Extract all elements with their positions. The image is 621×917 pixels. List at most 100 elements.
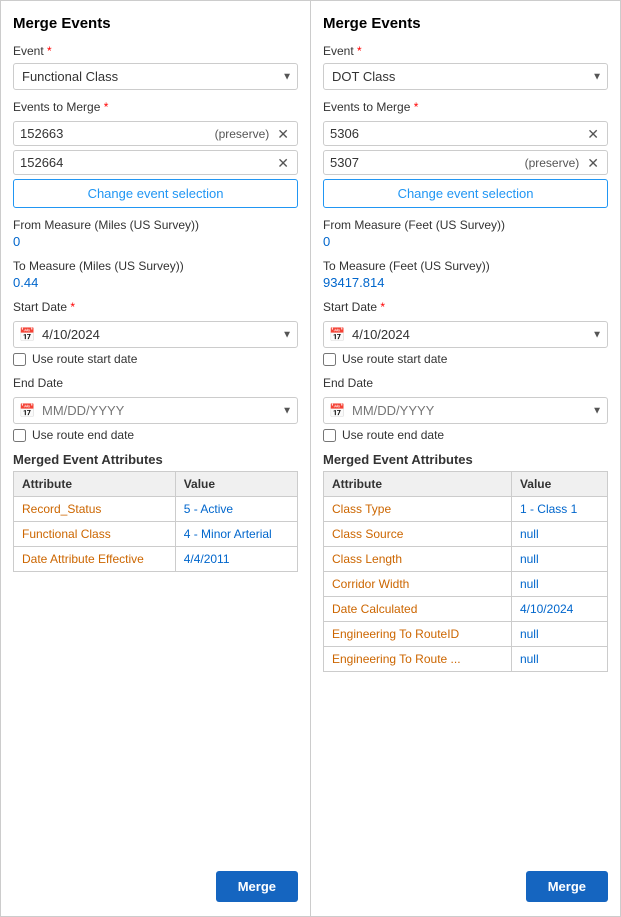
right-end-date-label: End Date [323,376,608,390]
left-use-route-end-label: Use route end date [32,428,134,442]
right-event-tag-1: (preserve) [525,156,580,170]
right-use-route-end-label: Use route end date [342,428,444,442]
left-event-field: Event * Functional Class DOT Class ▼ [13,44,298,90]
right-event-field: Event * Functional Class DOT Class ▼ [323,44,608,90]
left-end-date-section: End Date 📅 ▼ Use route end date [13,376,298,442]
right-table-row: Engineering To Route ...null [324,647,608,672]
left-event-close-1[interactable]: ✕ [275,156,291,170]
left-event-select[interactable]: Functional Class DOT Class [13,63,298,90]
right-use-route-end-checkbox[interactable] [323,429,336,442]
right-to-measure-value: 93417.814 [323,275,608,290]
left-merge-button[interactable]: Merge [216,871,298,902]
right-attr-cell-1: Class Source [324,522,512,547]
right-attributes-section: Merged Event Attributes Attribute Value … [323,452,608,672]
left-from-measure-label: From Measure (Miles (US Survey)) [13,218,298,232]
right-attr-cell-3: Corridor Width [324,572,512,597]
right-event-label: Event * [323,44,608,58]
right-use-route-start-label: Use route start date [342,352,447,366]
left-value-col-header: Value [175,472,297,497]
left-attr-col-header: Attribute [14,472,176,497]
right-attr-col-header: Attribute [324,472,512,497]
right-events-to-merge: Events to Merge * 5306 ✕ 5307 (preserve)… [323,100,608,208]
right-value-cell-2: null [511,547,607,572]
right-to-measure: To Measure (Feet (US Survey)) 93417.814 [323,259,608,290]
right-end-date-wrapper: 📅 ▼ [323,397,608,424]
left-event-row-1: 152664 ✕ [13,150,298,175]
right-value-cell-4: 4/10/2024 [511,597,607,622]
left-to-measure: To Measure (Miles (US Survey)) 0.44 [13,259,298,290]
left-panel-title: Merge Events [13,15,298,32]
right-value-cell-3: null [511,572,607,597]
left-table-row: Functional Class4 - Minor Arterial [14,522,298,547]
left-attr-cell-1: Functional Class [14,522,176,547]
right-panel: Merge Events Event * Functional Class DO… [311,1,620,916]
right-end-date-input[interactable] [323,397,608,424]
left-use-route-end-checkbox[interactable] [13,429,26,442]
right-event-row-0: 5306 ✕ [323,121,608,146]
right-event-close-0[interactable]: ✕ [585,127,601,141]
left-attributes-title: Merged Event Attributes [13,452,298,467]
left-start-date-wrapper: 📅 ▼ [13,321,298,348]
left-events-to-merge: Events to Merge * 152663 (preserve) ✕ 15… [13,100,298,208]
left-attr-cell-2: Date Attribute Effective [14,547,176,572]
right-attributes-table: Attribute Value Class Type1 - Class 1Cla… [323,471,608,672]
right-table-row: Class Type1 - Class 1 [324,497,608,522]
right-merge-button[interactable]: Merge [526,871,608,902]
right-value-cell-6: null [511,647,607,672]
right-value-cell-5: null [511,622,607,647]
right-use-route-start-checkbox[interactable] [323,353,336,366]
right-end-date-section: End Date 📅 ▼ Use route end date [323,376,608,442]
right-from-measure-value: 0 [323,234,608,249]
right-panel-title: Merge Events [323,15,608,32]
right-events-label: Events to Merge * [323,100,608,114]
left-from-measure-value: 0 [13,234,298,249]
left-end-date-input[interactable] [13,397,298,424]
right-start-date-input[interactable] [323,321,608,348]
right-change-event-button[interactable]: Change event selection [323,179,608,208]
left-end-date-label: End Date [13,376,298,390]
left-use-route-end-row: Use route end date [13,428,298,442]
left-use-route-start-label: Use route start date [32,352,137,366]
right-table-row: Engineering To RouteIDnull [324,622,608,647]
right-event-close-1[interactable]: ✕ [585,156,601,170]
left-event-row-0: 152663 (preserve) ✕ [13,121,298,146]
left-table-row: Record_Status5 - Active [14,497,298,522]
right-attr-cell-0: Class Type [324,497,512,522]
right-table-row: Corridor Widthnull [324,572,608,597]
left-event-label: Event * [13,44,298,58]
right-attributes-title: Merged Event Attributes [323,452,608,467]
left-attributes-table: Attribute Value Record_Status5 - ActiveF… [13,471,298,572]
left-use-route-start-checkbox[interactable] [13,353,26,366]
left-start-date-input[interactable] [13,321,298,348]
right-event-value-1: 5307 [330,155,525,170]
panels-container: Merge Events Event * Functional Class DO… [0,0,621,917]
right-use-route-end-row: Use route end date [323,428,608,442]
left-merge-btn-container: Merge [13,861,298,902]
right-event-value-0: 5306 [330,126,579,141]
right-table-row: Class Lengthnull [324,547,608,572]
right-use-route-start-row: Use route start date [323,352,608,366]
right-value-cell-1: null [511,522,607,547]
right-event-row-1: 5307 (preserve) ✕ [323,150,608,175]
left-use-route-start-row: Use route start date [13,352,298,366]
right-event-select[interactable]: Functional Class DOT Class [323,63,608,90]
left-from-measure: From Measure (Miles (US Survey)) 0 [13,218,298,249]
right-value-col-header: Value [511,472,607,497]
left-event-close-0[interactable]: ✕ [275,127,291,141]
right-attr-cell-5: Engineering To RouteID [324,622,512,647]
left-to-measure-value: 0.44 [13,275,298,290]
left-value-cell-2: 4/4/2011 [175,547,297,572]
right-table-row: Date Calculated4/10/2024 [324,597,608,622]
left-start-date-label: Start Date * [13,300,298,314]
left-events-label: Events to Merge * [13,100,298,114]
left-start-date-section: Start Date * 📅 ▼ Use route start date [13,300,298,366]
left-panel: Merge Events Event * Functional Class DO… [1,1,311,916]
left-attr-cell-0: Record_Status [14,497,176,522]
right-to-measure-label: To Measure (Feet (US Survey)) [323,259,608,273]
right-event-select-wrapper: Functional Class DOT Class ▼ [323,63,608,90]
right-attr-cell-6: Engineering To Route ... [324,647,512,672]
right-from-measure-label: From Measure (Feet (US Survey)) [323,218,608,232]
left-value-cell-1: 4 - Minor Arterial [175,522,297,547]
left-change-event-button[interactable]: Change event selection [13,179,298,208]
left-event-value-0: 152663 [20,126,215,141]
